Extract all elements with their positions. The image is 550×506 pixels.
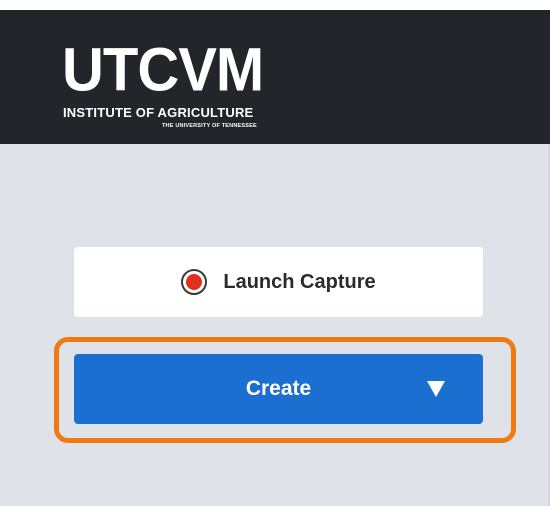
logo-institute-text: INSTITUTE OF AGRICULTURE <box>63 105 254 120</box>
top-band <box>0 0 550 10</box>
create-button-label: Create <box>245 377 312 400</box>
logo-main-text: UTCVM <box>62 35 264 105</box>
logo-university-text: THE UNIVERSITY OF TENNESSEE <box>162 123 257 129</box>
utcvm-logo[interactable]: UTCVM INSTITUTE OF AGRICULTURE THE UNIVE… <box>62 35 342 140</box>
launch-capture-label: Launch Capture <box>223 270 376 293</box>
caret-down-icon[interactable] <box>427 381 445 397</box>
create-button[interactable]: Create <box>74 354 483 424</box>
record-icon <box>181 269 208 295</box>
sidebar-panel: UTCVM INSTITUTE OF AGRICULTURE THE UNIVE… <box>0 0 550 506</box>
launch-capture-button[interactable]: Launch Capture <box>74 247 483 317</box>
record-dot <box>186 274 203 290</box>
header-bar: UTCVM INSTITUTE OF AGRICULTURE THE UNIVE… <box>0 10 550 144</box>
